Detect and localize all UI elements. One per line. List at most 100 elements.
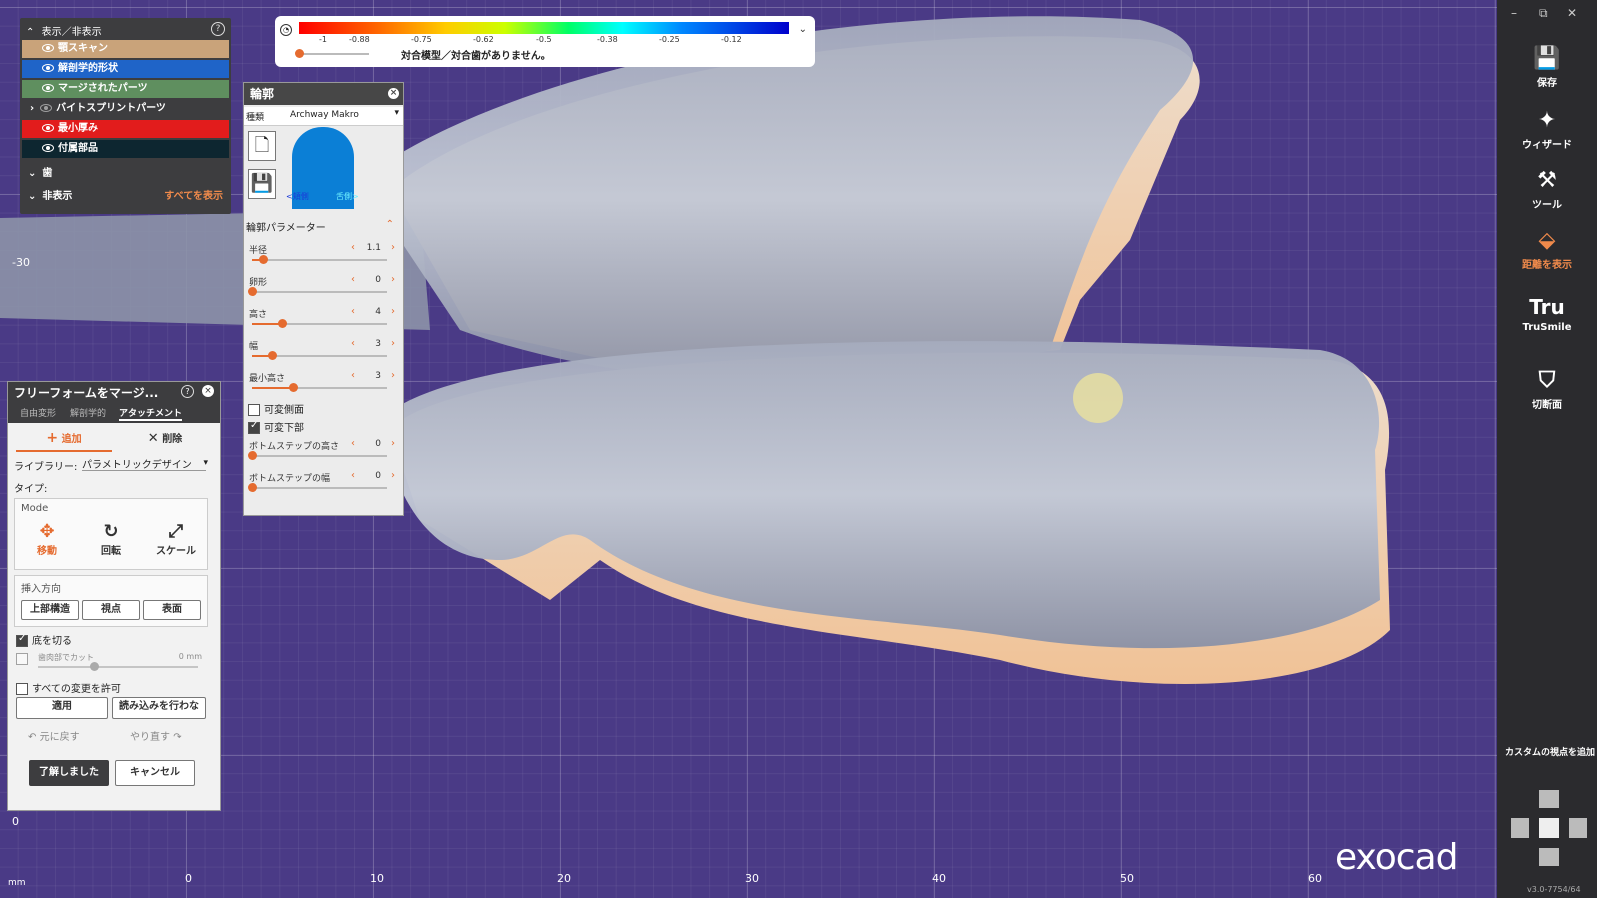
allow-all-checkbox[interactable]: すべての変更を許可 xyxy=(16,680,121,695)
redo-button[interactable]: やり直す ↷ xyxy=(130,728,182,743)
param-radius[interactable]: 半径 ‹ 1.1 › xyxy=(249,242,397,273)
mode-rotate[interactable]: ↻ 回転 xyxy=(91,521,131,557)
type-row[interactable]: 種類 Archway Makro ▾ xyxy=(244,107,403,126)
vis-item-merged[interactable]: マージされたパーツ xyxy=(22,80,229,98)
apply-button[interactable]: 適用 xyxy=(16,697,108,719)
chevron-down-icon[interactable]: ⌄ xyxy=(799,24,807,35)
trusmile-button[interactable]: Tru TruSmile xyxy=(1497,295,1597,333)
eye-icon[interactable] xyxy=(42,64,54,72)
close-window-icon[interactable]: ✕ xyxy=(1567,6,1577,20)
checkbox[interactable] xyxy=(248,404,260,416)
restore-icon[interactable]: ⧉ xyxy=(1539,6,1548,21)
variable-side-checkbox[interactable]: 可変側面 xyxy=(248,401,304,416)
checkbox[interactable] xyxy=(248,420,260,434)
view-bottom-icon[interactable] xyxy=(1539,848,1559,866)
param-min-height[interactable]: 最小高さ ‹ 3 › xyxy=(249,370,397,401)
type-select[interactable]: Archway Makro xyxy=(290,110,359,120)
custom-view-label[interactable]: カスタムの視点を追加 xyxy=(1505,745,1595,758)
checkbox[interactable] xyxy=(16,683,28,695)
library-select[interactable]: パラメトリックデザイン xyxy=(82,456,206,471)
tab-freeform[interactable]: 自由変形 xyxy=(20,406,56,419)
decrease-icon[interactable]: ‹ xyxy=(351,370,355,381)
slider-knob[interactable] xyxy=(248,287,257,296)
increase-icon[interactable]: › xyxy=(391,438,395,449)
view-front-icon[interactable] xyxy=(1539,818,1559,838)
chevron-right-icon[interactable]: › xyxy=(30,103,34,114)
visibility-header[interactable]: ⌃ 表示／非表示 xyxy=(26,23,102,38)
new-file-icon[interactable]: 🗋 xyxy=(248,131,276,161)
slider-knob[interactable] xyxy=(248,451,257,460)
tab-anatomic[interactable]: 解剖学的 xyxy=(70,406,106,419)
view-left-icon[interactable] xyxy=(1511,818,1529,838)
decrease-icon[interactable]: ‹ xyxy=(351,274,355,285)
close-icon[interactable]: × xyxy=(202,385,214,397)
help-icon[interactable]: ? xyxy=(181,385,194,398)
decrease-icon[interactable]: ‹ xyxy=(351,242,355,253)
tools-button[interactable]: ⚒ ツール xyxy=(1497,168,1597,211)
slider-knob[interactable] xyxy=(277,319,287,328)
slider-knob[interactable] xyxy=(295,49,304,58)
minimize-icon[interactable]: – xyxy=(1511,6,1517,20)
slider-knob[interactable] xyxy=(258,255,268,264)
decrease-icon[interactable]: ‹ xyxy=(351,470,355,481)
view-top-icon[interactable] xyxy=(1539,790,1559,808)
increase-icon[interactable]: › xyxy=(391,370,395,381)
eye-hidden-icon[interactable] xyxy=(42,124,54,132)
increase-icon[interactable]: › xyxy=(391,306,395,317)
surface-button[interactable]: 表面 xyxy=(143,600,201,620)
delete-button[interactable]: ✕ 削除 xyxy=(120,430,210,450)
increase-icon[interactable]: › xyxy=(391,338,395,349)
slider-knob[interactable] xyxy=(288,383,298,392)
tab-attachment[interactable]: アタッチメント xyxy=(119,406,183,421)
gauge-icon[interactable]: ◔ xyxy=(280,24,292,36)
param-width[interactable]: 幅 ‹ 3 › xyxy=(249,338,397,369)
params-section-header[interactable]: 輪郭パラメーター ⌃ xyxy=(246,219,396,235)
show-distance-button[interactable]: ⬙ 距離を表示 xyxy=(1497,228,1597,271)
increase-icon[interactable]: › xyxy=(391,470,395,481)
dropdown-arrow-icon[interactable]: ▾ xyxy=(394,108,399,118)
cancel-button[interactable]: キャンセル xyxy=(115,760,195,786)
no-load-button[interactable]: 読み込みを行わな xyxy=(112,697,206,719)
viewpoint-button[interactable]: 視点 xyxy=(82,600,140,620)
eye-icon[interactable] xyxy=(42,144,54,152)
eye-icon[interactable] xyxy=(40,104,53,112)
increase-icon[interactable]: › xyxy=(391,242,395,253)
show-all-link[interactable]: すべてを表示 xyxy=(164,188,223,206)
add-button[interactable]: + 追加 xyxy=(16,430,112,452)
vis-item-anatomic[interactable]: 解剖学的形状 xyxy=(22,60,229,78)
ok-button[interactable]: 了解しました xyxy=(29,760,109,786)
variable-bottom-checkbox[interactable]: 可変下部 xyxy=(248,419,304,434)
vis-item-splint[interactable]: › バイトスプリントパーツ xyxy=(22,100,229,118)
vis-group-teeth[interactable]: ⌄ 歯 xyxy=(22,165,229,183)
view-right-icon[interactable] xyxy=(1569,818,1587,838)
increase-icon[interactable]: › xyxy=(391,274,395,285)
dropdown-arrow-icon[interactable]: ▾ xyxy=(203,458,208,468)
cut-bottom-checkbox[interactable]: 底を切る xyxy=(16,632,72,647)
decrease-icon[interactable]: ‹ xyxy=(351,306,355,317)
mode-scale[interactable]: ⤢ スケール xyxy=(153,521,199,557)
colorbar-slider[interactable] xyxy=(295,49,369,58)
save-file-icon[interactable]: 💾 xyxy=(248,169,276,199)
mode-move[interactable]: ✥ 移動 xyxy=(27,521,67,557)
checkbox[interactable] xyxy=(16,633,28,647)
wizard-button[interactable]: ✦ ウィザード xyxy=(1497,108,1597,151)
view-navigator[interactable] xyxy=(1511,790,1587,866)
vis-item-jaw-scan[interactable]: 顎スキャン xyxy=(22,40,229,58)
help-icon[interactable]: ? xyxy=(211,22,225,36)
cross-section-button[interactable]: ⛉ 切断面 xyxy=(1497,368,1597,411)
decrease-icon[interactable]: ‹ xyxy=(351,438,355,449)
param-ovoid[interactable]: 卵形 ‹ 0 › xyxy=(248,274,397,305)
undo-button[interactable]: ↶ 元に戻す xyxy=(28,728,80,743)
eye-icon[interactable] xyxy=(42,84,54,92)
param-bottom-step-width[interactable]: ボトムステップの幅 ‹ 0 › xyxy=(248,470,397,501)
eye-icon[interactable] xyxy=(42,44,54,52)
vis-group-hidden[interactable]: ⌄ 非表示 すべてを表示 xyxy=(22,188,229,206)
slider-knob[interactable] xyxy=(248,483,257,492)
vis-item-attachments[interactable]: 付属部品 xyxy=(22,140,229,158)
param-height[interactable]: 高さ ‹ 4 › xyxy=(249,306,397,337)
decrease-icon[interactable]: ‹ xyxy=(351,338,355,349)
param-bottom-step-height[interactable]: ボトムステップの高さ ‹ 0 › xyxy=(248,438,397,469)
save-button[interactable]: 💾 保存 xyxy=(1497,46,1597,89)
slider-knob[interactable] xyxy=(268,351,278,360)
close-icon[interactable]: × xyxy=(388,88,399,99)
